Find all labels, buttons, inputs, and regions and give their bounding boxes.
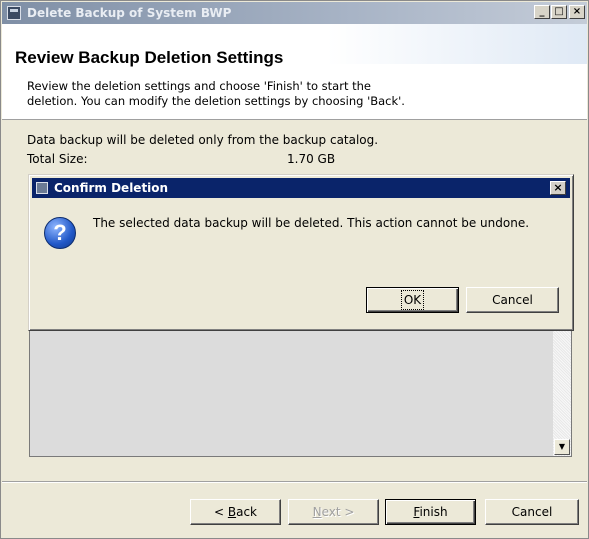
back-label: ack <box>236 505 257 519</box>
confirm-deletion-dialog: Confirm Deletion × ? The selected data b… <box>28 174 574 331</box>
window-title: Delete Backup of System BWP <box>27 6 232 20</box>
dialog-title: Confirm Deletion <box>54 181 169 195</box>
finish-button[interactable]: Finish <box>385 499 476 525</box>
dialog-message: The selected data backup will be deleted… <box>93 216 530 230</box>
window-titlebar[interactable]: Delete Backup of System BWP _ □ × <box>2 2 587 24</box>
dialog-cancel-button[interactable]: Cancel <box>466 287 559 313</box>
page-description-line-2: deletion. You can modify the deletion se… <box>27 94 405 108</box>
minimize-button[interactable]: _ <box>534 5 550 19</box>
back-button[interactable]: < Back <box>190 499 281 525</box>
maximize-button[interactable]: □ <box>551 5 567 19</box>
dialog-titlebar[interactable]: Confirm Deletion × <box>32 178 570 198</box>
dialog-ok-button[interactable]: OK <box>366 287 459 313</box>
wizard-window: Delete Backup of System BWP _ □ × Review… <box>0 0 589 539</box>
dialog-close-button[interactable]: × <box>550 181 566 195</box>
app-window-icon <box>7 6 21 20</box>
back-prefix: < <box>213 505 228 519</box>
next-button[interactable]: Next > <box>288 499 379 525</box>
close-button[interactable]: × <box>569 5 585 19</box>
total-size-label: Total Size: <box>27 152 88 166</box>
back-mnemonic: B <box>227 505 237 519</box>
question-icon: ? <box>44 217 76 249</box>
header-decoration <box>327 24 587 64</box>
page-title: Review Backup Deletion Settings <box>15 48 284 67</box>
dialog-ok-label: OK <box>400 290 425 310</box>
next-label: ext > <box>321 505 355 519</box>
info-text: Data backup will be deleted only from th… <box>27 133 379 147</box>
footer-divider <box>2 481 587 483</box>
cancel-button[interactable]: Cancel <box>485 499 579 525</box>
total-size-value: 1.70 GB <box>287 152 336 166</box>
page-description-line-1: Review the deletion settings and choose … <box>27 79 371 93</box>
next-mnemonic: N <box>312 505 322 519</box>
scroll-down-arrow-icon[interactable]: ▼ <box>554 439 570 455</box>
dialog-app-icon <box>36 182 48 194</box>
finish-label: inish <box>419 505 448 519</box>
wizard-header: Review Backup Deletion Settings Review t… <box>2 24 587 120</box>
